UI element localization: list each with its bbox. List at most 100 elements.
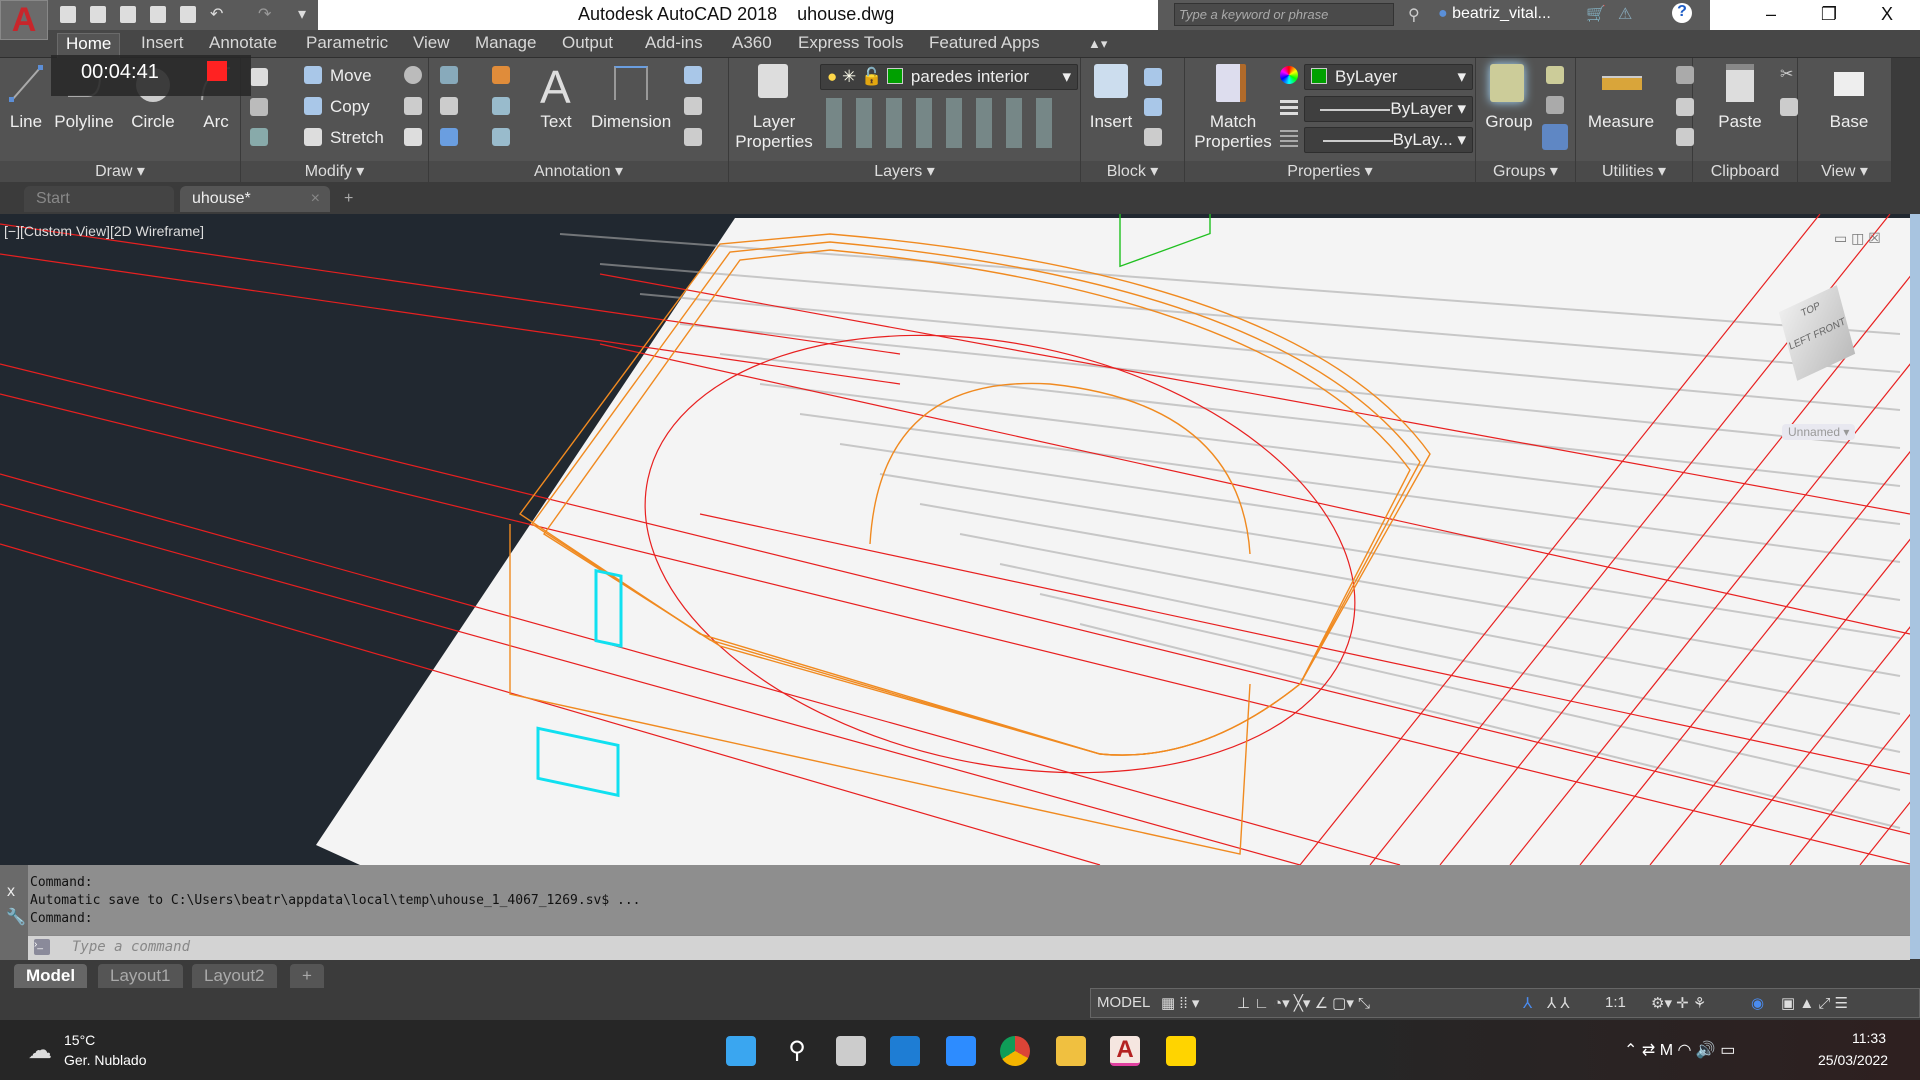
rotate-icon[interactable] — [404, 66, 422, 84]
panel-title-clipboard[interactable]: Clipboard — [1693, 161, 1797, 182]
viewcube-left-face[interactable]: LEFT — [1788, 332, 1813, 353]
customize-qat-icon[interactable]: ▾ — [298, 4, 306, 24]
mail-icon[interactable] — [890, 1036, 920, 1066]
save-icon[interactable] — [120, 6, 136, 23]
fillet-icon[interactable] — [440, 97, 458, 115]
group-edit-icon[interactable] — [1546, 96, 1564, 114]
stop-recording-button[interactable] — [207, 61, 227, 81]
binoculars-icon[interactable]: ⚲ — [1408, 5, 1420, 25]
chrome-icon[interactable] — [1000, 1036, 1030, 1066]
panel-title-layers[interactable]: Layers ▾ — [729, 161, 1080, 182]
workspace-gear-icon[interactable]: ⚙▾ ✛ ⚘ — [1651, 994, 1706, 1012]
table-icon[interactable] — [684, 128, 702, 146]
annotation-scale[interactable]: 1:1 — [1605, 994, 1626, 1011]
line-button[interactable]: Line — [10, 112, 42, 132]
tab-express-tools[interactable]: Express Tools — [790, 33, 912, 58]
weather-temperature[interactable]: 15°C — [64, 1032, 95, 1048]
file-tab-start[interactable]: Start — [24, 186, 174, 212]
dimension-button[interactable]: Dimension — [591, 112, 671, 132]
arc-button[interactable]: Arc — [203, 112, 229, 132]
weather-condition[interactable]: Ger. Nublado — [64, 1052, 147, 1068]
cut-icon[interactable]: ✂ — [1780, 64, 1793, 84]
command-prompt-icon[interactable]: ›_ — [34, 939, 50, 955]
tab-a360[interactable]: A360 — [724, 33, 780, 58]
create-block-icon[interactable] — [1144, 68, 1162, 86]
tab-manage[interactable]: Manage — [467, 33, 544, 58]
panel-title-view[interactable]: View ▾ — [1798, 161, 1891, 182]
panel-title-groups[interactable]: Groups ▾ — [1476, 161, 1575, 182]
help-icon[interactable]: ? — [1672, 3, 1692, 23]
group-button[interactable]: Group — [1485, 112, 1532, 132]
offset-icon[interactable] — [492, 128, 510, 146]
tab-layout1[interactable]: Layout1 — [98, 964, 183, 988]
erase-icon[interactable] — [492, 66, 510, 84]
match-properties-button[interactable]: Match Properties — [1194, 112, 1271, 152]
drawing-canvas[interactable] — [0, 214, 1910, 865]
tab-parametric[interactable]: Parametric — [298, 33, 396, 58]
tab-featured-apps[interactable]: Featured Apps — [921, 33, 1048, 58]
tab-output[interactable]: Output — [554, 33, 621, 58]
array-icon[interactable] — [440, 128, 458, 146]
sticky-notes-icon[interactable] — [1166, 1036, 1196, 1066]
viewport-controls[interactable]: [−][Custom View][2D Wireframe] — [4, 223, 204, 239]
block-attributes-icon[interactable] — [1144, 128, 1162, 146]
leader-icon[interactable] — [684, 97, 702, 115]
hatch-icon[interactable] — [250, 98, 268, 116]
hardware-acceleration-icon[interactable]: ▣ ▲ ⤢ ☰ — [1781, 994, 1848, 1012]
polyline-button[interactable]: Polyline — [54, 112, 114, 132]
annotation-visibility-icon[interactable]: ⅄ — [1523, 994, 1532, 1012]
viewport-window-controls[interactable]: ▭ ◫ ☒ — [1834, 230, 1881, 247]
a360-icon[interactable]: ⚠ — [1618, 4, 1632, 24]
linear-dimension-icon[interactable] — [684, 66, 702, 84]
model-space-button[interactable]: MODEL — [1097, 994, 1150, 1011]
panel-title-block[interactable]: Block ▾ — [1081, 161, 1184, 182]
calculator-icon[interactable] — [1676, 128, 1694, 146]
tab-model[interactable]: Model — [14, 964, 88, 988]
plot-icon[interactable] — [180, 6, 196, 23]
panel-title-utilities[interactable]: Utilities ▾ — [1576, 161, 1692, 182]
start-icon[interactable] — [726, 1036, 756, 1066]
redo-icon[interactable]: ↷ — [258, 4, 271, 24]
maximize-button[interactable]: ❐ — [1800, 0, 1858, 30]
color-dropdown[interactable]: ByLayer ▾ — [1304, 64, 1473, 90]
mirror-icon[interactable] — [404, 97, 422, 115]
explode-icon[interactable] — [492, 97, 510, 115]
grid-icon[interactable]: ▦ ⁞⁞ ▾ — [1161, 994, 1199, 1012]
search-icon[interactable]: ⚲ — [782, 1036, 812, 1066]
cart-icon[interactable]: 🛒 — [1586, 4, 1606, 24]
layer-dropdown[interactable]: ● ✳ 🔓 paredes interior ▾ — [820, 64, 1078, 90]
copy-button[interactable]: Copy — [330, 97, 370, 117]
search-input[interactable]: Type a keyword or phrase — [1174, 3, 1394, 26]
base-button[interactable]: Base — [1830, 112, 1869, 132]
panel-title-draw[interactable]: Draw ▾ — [0, 161, 240, 182]
system-tray-icons[interactable]: ⌃ ⇄ M ◠ 🔊 ▭ — [1624, 1040, 1735, 1060]
close-button[interactable]: X — [1858, 0, 1916, 30]
quick-select-icon[interactable] — [1676, 66, 1694, 84]
trim-icon[interactable] — [440, 66, 458, 84]
layer-tools-icons[interactable] — [826, 98, 1066, 148]
rectangle-icon[interactable] — [250, 68, 268, 86]
edit-block-icon[interactable] — [1144, 98, 1162, 116]
isolate-icon[interactable]: ◉ — [1751, 994, 1764, 1012]
linetype-dropdown[interactable]: ByLay... ▾ — [1304, 127, 1473, 153]
file-explorer-icon[interactable] — [1056, 1036, 1086, 1066]
named-view-dropdown[interactable]: Unnamed ▾ — [1782, 424, 1856, 440]
scale-icon[interactable] — [404, 128, 422, 146]
save-as-icon[interactable] — [150, 6, 166, 23]
clock-date[interactable]: 25/03/2022 — [1818, 1052, 1888, 1068]
open-icon[interactable] — [90, 6, 106, 23]
snap-icons[interactable]: ⊥ ∟ ◔▾ ╳▾ ∠ ▢▾ ⤡ — [1237, 994, 1370, 1012]
undo-icon[interactable]: ↶ — [210, 4, 223, 24]
autocad-taskbar-icon[interactable]: A — [1110, 1036, 1140, 1066]
panel-title-annotation[interactable]: Annotation ▾ — [429, 161, 728, 182]
paste-button[interactable]: Paste — [1718, 112, 1761, 132]
close-command-icon[interactable]: x — [7, 883, 15, 901]
stretch-button[interactable]: Stretch — [330, 128, 384, 148]
group-selection-icon[interactable] — [1542, 124, 1568, 150]
lineweight-dropdown[interactable]: ByLayer ▾ — [1304, 96, 1473, 122]
measure-button[interactable]: Measure — [1588, 112, 1654, 132]
id-point-icon[interactable] — [1676, 98, 1694, 116]
file-tab-uhouse[interactable]: uhouse* × — [180, 186, 330, 212]
insert-button[interactable]: Insert — [1090, 112, 1133, 132]
annotation-scale-icons[interactable]: ⅄ ⅄ — [1547, 994, 1570, 1012]
